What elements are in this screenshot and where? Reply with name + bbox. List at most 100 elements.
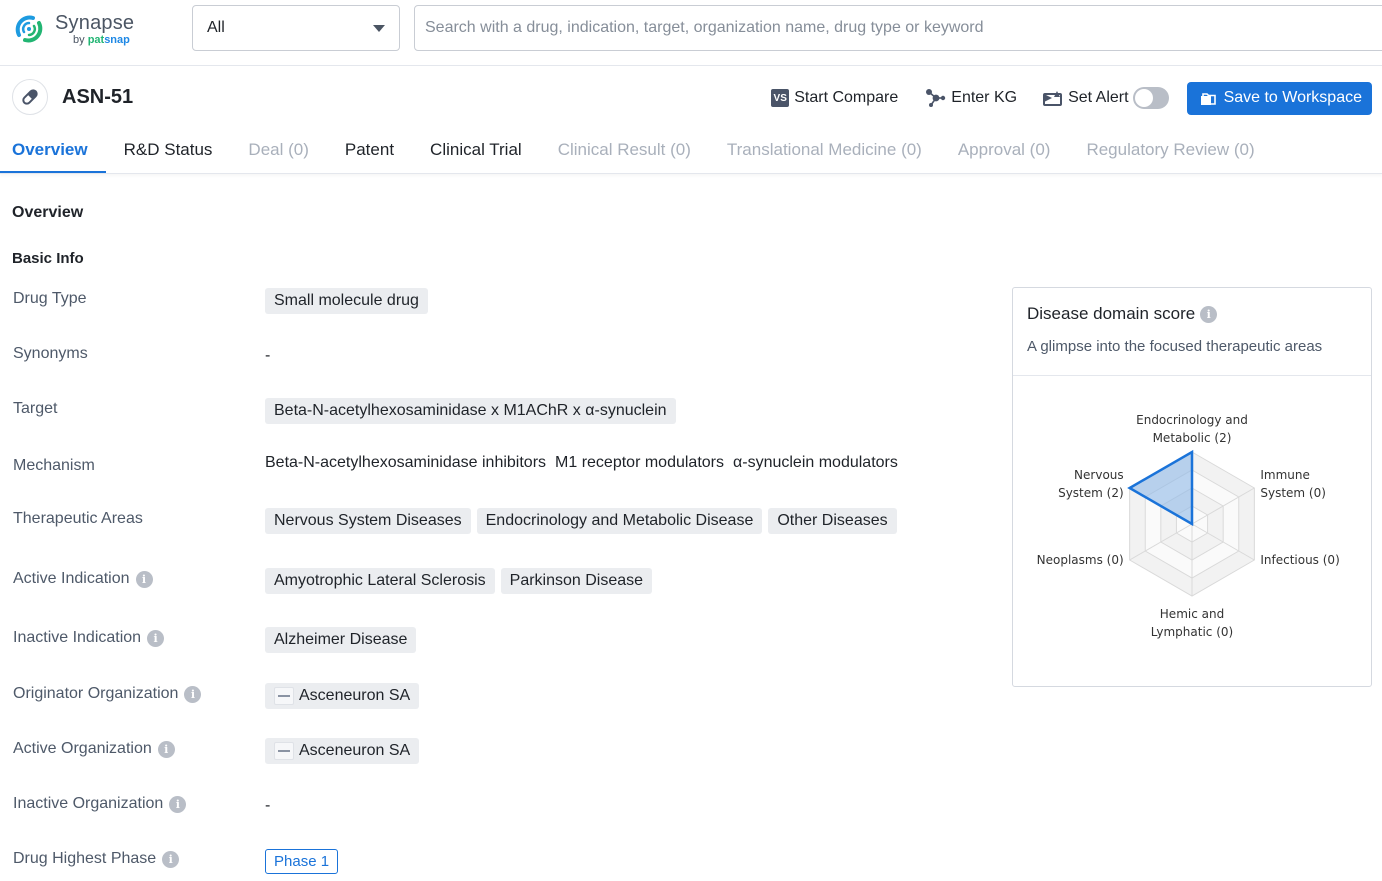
search-box[interactable] — [414, 5, 1382, 51]
indication-chip[interactable]: Amyotrophic Lateral Sclerosis — [265, 568, 495, 594]
indication-chip[interactable]: Alzheimer Disease — [265, 627, 417, 653]
tab-clinical-trial[interactable]: Clinical Trial — [412, 129, 540, 173]
synonyms-label: Synonyms — [13, 345, 88, 363]
save-to-workspace-button[interactable]: Save to Workspace — [1186, 81, 1372, 115]
mechanism-item[interactable]: α-synuclein modulators — [733, 454, 898, 472]
synonyms-text: - — [265, 347, 271, 364]
drug-type-label: Drug Type — [13, 290, 87, 308]
organization-chip[interactable]: Asceneuron SA — [265, 683, 420, 709]
active-org-value: Asceneuron SA — [265, 731, 425, 771]
inactive-org-text: - — [265, 797, 271, 814]
radar-axis-label-line: Metabolic (2) — [1153, 431, 1232, 445]
logo-name: Synapse — [55, 11, 135, 34]
info-row-drug-type: Drug Type Small molecule drug — [0, 281, 990, 321]
tab-approval[interactable]: Approval (0) — [940, 129, 1069, 173]
start-compare-label: Start Compare — [794, 89, 899, 106]
target-label: Target — [13, 400, 57, 418]
indication-chip[interactable]: Parkinson Disease — [500, 568, 653, 594]
info-icon[interactable]: i — [157, 740, 175, 758]
originator-org-value: Asceneuron SA — [265, 676, 425, 716]
info-row-target: Target Beta-N-acetylhexosaminidase x M1A… — [0, 391, 990, 431]
originator-org-label: Originator Organization i — [13, 685, 202, 703]
radar-axis-label-line: Hemic and — [1160, 607, 1224, 621]
label-text: Originator Organization — [13, 685, 179, 702]
info-icon[interactable]: i — [162, 850, 180, 868]
label-text: Mechanism — [13, 457, 95, 474]
radar-axis-label: Endocrinology and Metabolic (2) — [1136, 413, 1248, 445]
start-compare-button[interactable]: VS Start Compare — [771, 89, 898, 107]
set-alert-label: Set Alert — [1068, 89, 1129, 106]
active-indication-value: Amyotrophic Lateral Sclerosis Parkinson … — [265, 561, 658, 601]
enter-kg-button[interactable]: Enter KG — [924, 88, 1017, 108]
radar-axis-label: Nervous System (2) — [1058, 468, 1124, 500]
organization-chip[interactable]: Asceneuron SA — [265, 738, 420, 764]
therapeutic-area-chip[interactable]: Nervous System Diseases — [265, 508, 471, 534]
highest-phase-value: Phase 1 — [265, 841, 339, 881]
knowledge-graph-icon — [924, 88, 946, 108]
target-chip[interactable]: Beta-N-acetylhexosaminidase x M1AChR x α… — [265, 398, 676, 424]
label-text: Inactive Indication — [13, 629, 142, 646]
radar-axis-label-line: Endocrinology and — [1136, 413, 1248, 427]
info-icon[interactable]: i — [147, 629, 165, 647]
alert-icon — [1043, 89, 1063, 107]
disease-domain-subtitle: A glimpse into the focused therapeutic a… — [1027, 338, 1323, 355]
info-icon[interactable]: i — [1200, 305, 1218, 323]
radar-axis-label-line: Lymphatic (0) — [1151, 625, 1233, 639]
tab-deal[interactable]: Deal (0) — [230, 129, 326, 173]
tab-rd-status[interactable]: R&D Status — [106, 129, 231, 173]
disease-domain-header: Disease domain score i A glimpse into th… — [1013, 288, 1371, 376]
label-text: Inactive Organization — [13, 795, 164, 812]
info-icon[interactable]: i — [135, 570, 153, 588]
organization-logo-icon — [274, 742, 294, 760]
info-row-synonyms: Synonyms - — [0, 336, 990, 376]
inactive-org-label: Inactive Organization i — [13, 795, 187, 813]
synapse-logo-icon — [15, 15, 43, 43]
info-row-inactive-org: Inactive Organization i - — [0, 786, 990, 826]
target-value: Beta-N-acetylhexosaminidase x M1AChR x α… — [265, 391, 682, 431]
info-icon[interactable]: i — [169, 795, 187, 813]
basic-info-title: Basic Info — [12, 250, 84, 267]
search-scope-select[interactable]: All — [192, 5, 400, 51]
radar-axis-label-line: System (2) — [1058, 486, 1124, 500]
label-text: Active Organization — [13, 740, 152, 757]
disease-domain-radar-chart: Endocrinology and Metabolic (2) Immune Syst… — [1037, 413, 1340, 639]
organization-name: Asceneuron SA — [299, 687, 411, 704]
label-text: Target — [13, 400, 58, 417]
mechanism-item[interactable]: M1 receptor modulators — [555, 454, 724, 472]
set-alert-toggle[interactable] — [1132, 87, 1169, 109]
info-row-mechanism: Mechanism Beta-N-acetylhexosaminidase in… — [0, 443, 990, 483]
caret-down-icon — [373, 24, 385, 32]
disease-domain-card: Disease domain score i A glimpse into th… — [1012, 287, 1372, 687]
logo-brand-a: pat — [87, 33, 105, 46]
tab-overview[interactable]: Overview — [0, 129, 106, 173]
tab-clinical-result[interactable]: Clinical Result (0) — [540, 129, 709, 173]
therapeutic-areas-label: Therapeutic Areas — [13, 510, 143, 528]
tab-regulatory-review[interactable]: Regulatory Review (0) — [1068, 129, 1272, 173]
therapeutic-area-chip[interactable]: Other Diseases — [768, 508, 897, 534]
tab-patent[interactable]: Patent — [327, 129, 412, 173]
inactive-indication-value: Alzheimer Disease — [265, 620, 422, 660]
phase-badge: Phase 1 — [265, 848, 339, 874]
radar-axis-label-line: Nervous — [1074, 468, 1124, 482]
radar-axis-label: Neoplasms (0) — [1037, 553, 1124, 567]
search-input[interactable] — [425, 19, 1382, 37]
drug-type-chip[interactable]: Small molecule drug — [265, 288, 428, 314]
mechanism-item[interactable]: Beta-N-acetylhexosaminidase inhibitors — [265, 454, 546, 472]
info-row-active-indication: Active Indication i Amyotrophic Lateral S… — [0, 561, 990, 601]
info-icon[interactable]: i — [184, 685, 202, 703]
synapse-logo[interactable]: Synapse by patsnap — [11, 11, 134, 47]
info-row-highest-phase: Drug Highest Phase i Phase 1 — [0, 841, 990, 881]
organization-logo-icon — [274, 687, 294, 705]
set-alert-control[interactable]: Set Alert — [1043, 87, 1169, 109]
radar-axis-label-line: Neoplasms (0) — [1037, 553, 1124, 567]
tab-translational-medicine[interactable]: Translational Medicine (0) — [709, 129, 940, 173]
radar-axis-label: Immune System (0) — [1260, 468, 1326, 500]
inactive-indication-label: Inactive Indication i — [13, 629, 165, 647]
info-row-originator-org: Originator Organization i Asceneuron SA — [0, 676, 990, 716]
therapeutic-area-chip[interactable]: Endocrinology and Metabolic Disease — [476, 508, 763, 534]
header-actions: VS Start Compare Enter KG Set Alert Save… — [745, 81, 1372, 115]
tab-bar: Overview R&D Status Deal (0) Patent Clin… — [0, 129, 1382, 174]
info-row-therapeutic-areas: Therapeutic Areas Nervous System Disease… — [0, 501, 990, 541]
enter-kg-label: Enter KG — [951, 89, 1018, 106]
drug-type-value: Small molecule drug — [265, 281, 434, 321]
